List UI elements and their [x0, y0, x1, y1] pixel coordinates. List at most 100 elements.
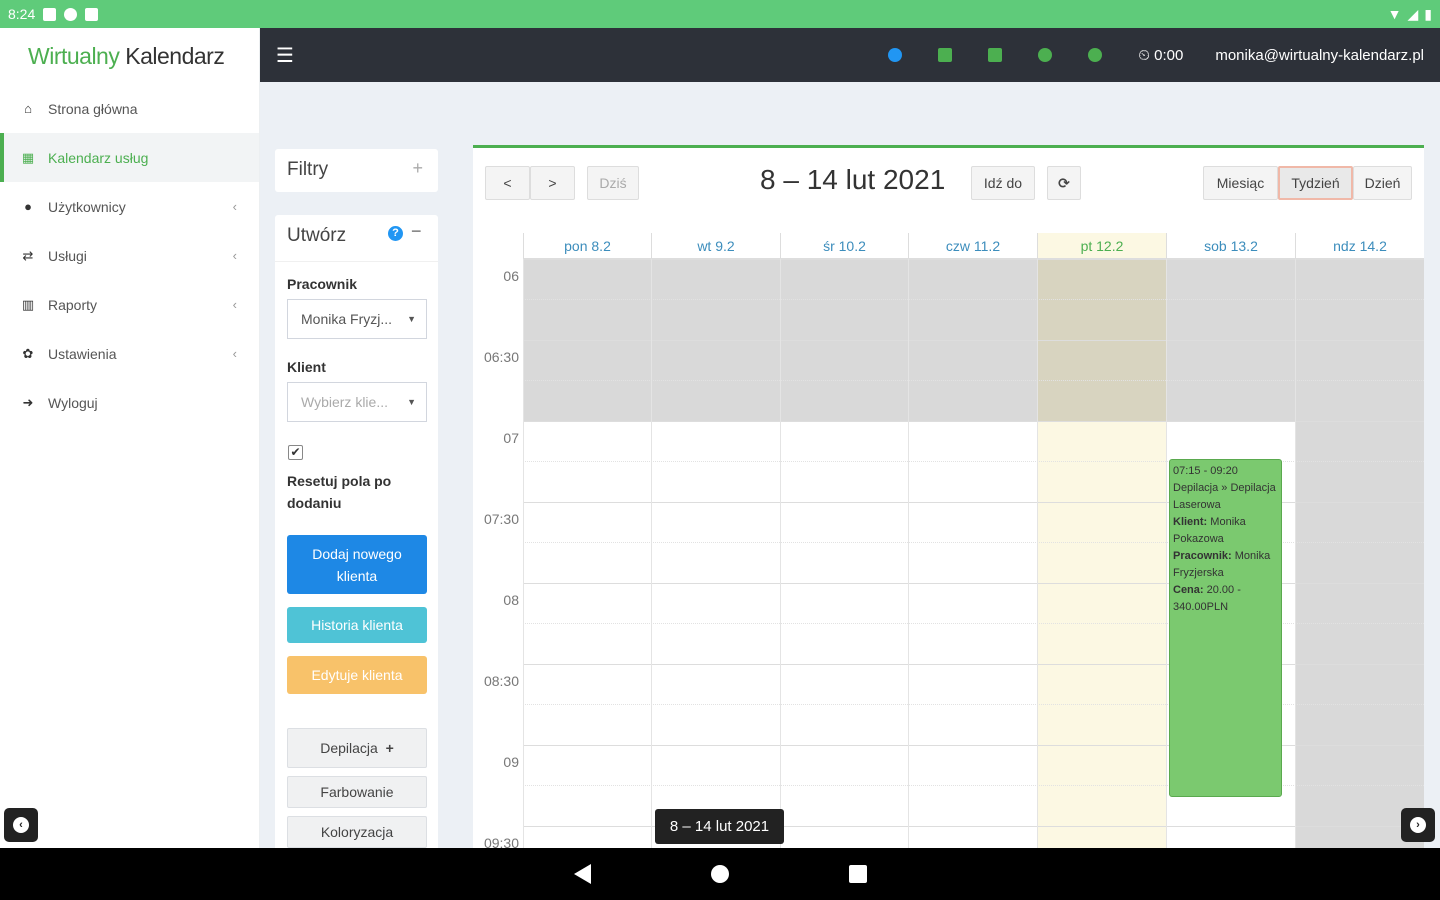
- sidebar-item-logout[interactable]: ➜ Wyloguj: [0, 378, 259, 427]
- sidebar-item-label: Ustawienia: [48, 345, 117, 362]
- wifi-status-icon[interactable]: [938, 48, 953, 62]
- edit-client-button[interactable]: Edytuje klienta: [287, 656, 427, 694]
- chevron-left-icon: ‹: [232, 199, 237, 214]
- refresh-button[interactable]: ⟳: [1047, 166, 1081, 200]
- back-icon[interactable]: [573, 864, 591, 884]
- sidebar-item-users[interactable]: ● Użytkownicy ‹: [0, 182, 259, 231]
- arrow-right-icon: ›: [1410, 817, 1426, 833]
- calendar-title: 8 – 14 lut 2021: [760, 164, 946, 195]
- prev-week-button[interactable]: <: [485, 166, 530, 200]
- user-icon: ●: [24, 199, 32, 214]
- reset-fields-label: Resetuj pola po dodaniu: [287, 470, 391, 514]
- refresh-icon: ⟳: [1058, 174, 1070, 191]
- day-column[interactable]: [1295, 259, 1296, 848]
- day-column[interactable]: [523, 259, 524, 848]
- day-header-thu[interactable]: czw 11.2: [908, 233, 1037, 259]
- logo-text-green: Wirtualny: [28, 42, 120, 69]
- arrow-left-icon: ‹: [13, 817, 29, 833]
- sidebar-item-label: Usługi: [48, 247, 87, 264]
- app-logo[interactable]: Wirtualny Kalendarz: [0, 28, 259, 84]
- grid-line: [473, 340, 1424, 341]
- sidebar-item-reports[interactable]: ▥ Raporty ‹: [0, 280, 259, 329]
- wifi-icon: ▼: [1387, 6, 1402, 22]
- help-icon[interactable]: ?: [388, 226, 403, 241]
- grid-line: [473, 826, 1424, 827]
- goto-button[interactable]: Idź do: [971, 166, 1035, 200]
- home-button-icon[interactable]: [710, 865, 729, 883]
- time-label: 06:30: [483, 349, 519, 365]
- bell-icon[interactable]: [1038, 48, 1053, 62]
- reset-label-line2: dodaniu: [287, 495, 342, 511]
- view-day-button[interactable]: Dzień: [1353, 166, 1412, 200]
- hamburger-menu-icon[interactable]: ☰: [276, 43, 294, 68]
- collapse-sidebar-button[interactable]: ‹: [4, 808, 38, 842]
- time-label: 09:30: [483, 835, 519, 848]
- day-header-sun[interactable]: ndz 14.2: [1295, 233, 1424, 259]
- view-week-button[interactable]: Tydzień: [1278, 166, 1353, 200]
- system-navigation-bar: [0, 848, 1440, 900]
- day-column[interactable]: [780, 259, 781, 848]
- sidebar: Wirtualny Kalendarz ⌂ Strona główna ▦ Ka…: [0, 28, 260, 848]
- expand-panel-button[interactable]: ›: [1401, 808, 1435, 842]
- battery-icon: ▮: [1424, 5, 1432, 22]
- caret-down-icon: ▼: [407, 397, 416, 407]
- day-column[interactable]: [1166, 259, 1167, 848]
- service-item-farbowanie[interactable]: Farbowanie: [287, 776, 427, 808]
- sms-icon[interactable]: [988, 48, 1003, 62]
- add-client-button[interactable]: Dodaj nowego klienta: [287, 535, 427, 594]
- view-month-button[interactable]: Miesiąc: [1203, 166, 1278, 200]
- service-item-depilacja[interactable]: Depilacja +: [287, 728, 427, 768]
- add-client-line1: Dodaj nowego: [312, 545, 402, 562]
- reset-label-line1: Resetuj pola po: [287, 473, 392, 489]
- create-box: Utwórz ? − Pracownik Monika Fryzj... ▼ K…: [275, 215, 438, 848]
- reset-fields-checkbox[interactable]: ✔: [288, 445, 303, 460]
- sign-out-icon: ➜: [22, 394, 34, 410]
- main-content: Filtry + Utwórz ? − Pracownik Monika Fry…: [260, 82, 1440, 848]
- client-select-placeholder: Wybierz klie...: [301, 394, 389, 410]
- sidebar-item-label: Użytkownicy: [48, 198, 126, 215]
- notification-icon: [43, 7, 57, 21]
- day-column[interactable]: [651, 259, 652, 848]
- time-label: 07: [503, 430, 519, 446]
- chevron-left-icon: ‹: [232, 346, 237, 361]
- calendar-icon: ▦: [21, 149, 35, 165]
- grid-line: [473, 259, 1424, 260]
- next-week-button[interactable]: >: [530, 166, 575, 200]
- today-button[interactable]: Dziś: [587, 166, 639, 200]
- user-email[interactable]: monika@wirtualny-kalendarz.pl: [1215, 47, 1424, 64]
- employee-select[interactable]: Monika Fryzj... ▼: [287, 299, 427, 339]
- calendar-event[interactable]: 07:15 - 09:20 Depilacja » Depilacja Lase…: [1169, 459, 1282, 797]
- day-column[interactable]: [908, 259, 909, 848]
- sync-icon[interactable]: [1088, 48, 1103, 62]
- client-select[interactable]: Wybierz klie... ▼: [287, 382, 427, 422]
- time-label: 07:30: [483, 511, 519, 527]
- expand-icon[interactable]: +: [412, 158, 423, 179]
- grid-line: [473, 421, 1424, 422]
- sunday-closed-area: [1295, 259, 1424, 848]
- collapse-icon[interactable]: −: [411, 221, 422, 242]
- session-timer: ⏲ 0:00: [1138, 46, 1184, 64]
- bar-chart-icon: ▥: [21, 296, 35, 312]
- plus-icon: +: [385, 740, 394, 756]
- service-label: Depilacja: [320, 740, 378, 756]
- sidebar-item-home[interactable]: ⌂ Strona główna: [0, 84, 259, 133]
- service-item-koloryzacja[interactable]: Koloryzacja: [287, 816, 427, 848]
- sidebar-item-services[interactable]: ⇄ Usługi ‹: [0, 231, 259, 280]
- filters-box[interactable]: Filtry +: [275, 149, 438, 192]
- recent-apps-icon[interactable]: [848, 865, 867, 883]
- date-range-tooltip: 8 – 14 lut 2021: [655, 809, 784, 844]
- client-history-button[interactable]: Historia klienta: [287, 607, 427, 643]
- sidebar-item-calendar[interactable]: ▦ Kalendarz usług: [0, 133, 259, 182]
- day-header-mon[interactable]: pon 8.2: [523, 233, 651, 259]
- day-header-wed[interactable]: śr 10.2: [780, 233, 908, 259]
- help-icon[interactable]: [888, 48, 903, 62]
- day-header-sat[interactable]: sob 13.2: [1166, 233, 1295, 259]
- divider: [275, 261, 438, 262]
- day-header-fri[interactable]: pt 12.2: [1037, 233, 1166, 259]
- day-header-tue[interactable]: wt 9.2: [651, 233, 780, 259]
- timer-value: 0:00: [1154, 46, 1184, 64]
- event-service: Depilacja » Depilacja Laserowa: [1173, 482, 1276, 511]
- chevron-left-icon: ‹: [232, 297, 237, 312]
- sidebar-item-settings[interactable]: ✿ Ustawienia ‹: [0, 329, 259, 378]
- day-column[interactable]: [1037, 259, 1038, 848]
